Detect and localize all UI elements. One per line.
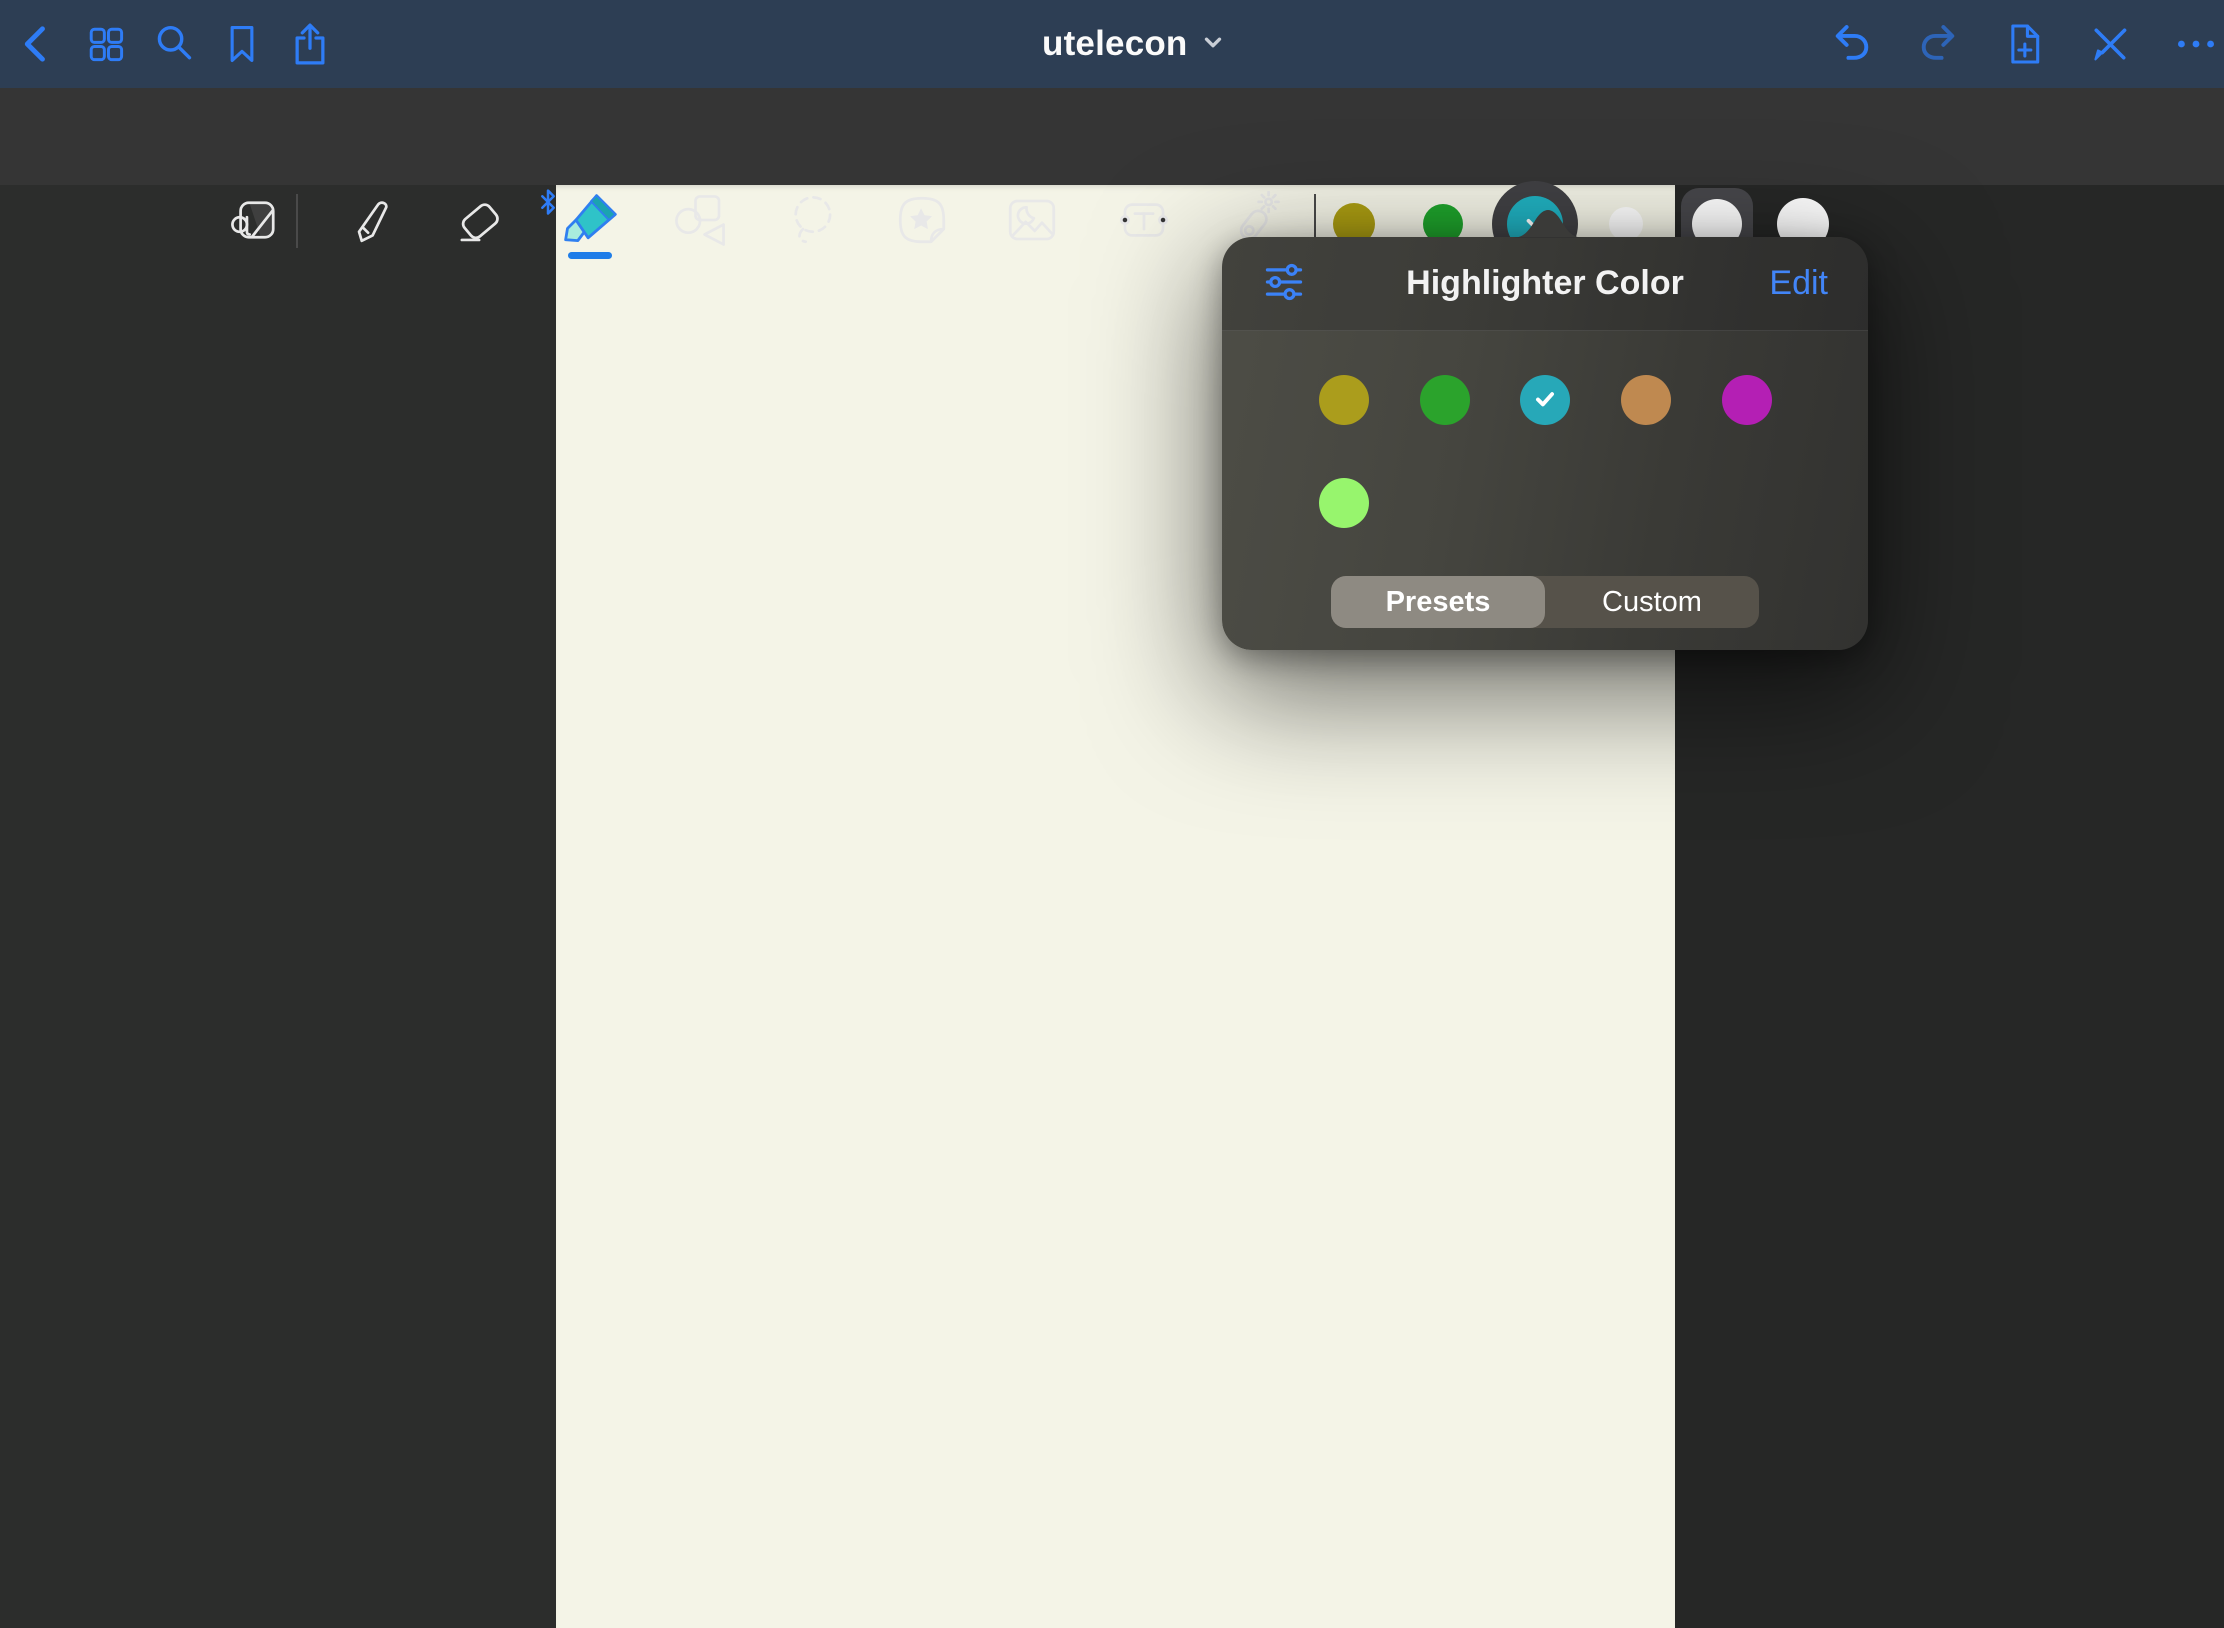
note-editor-screen: utelecon bbox=[0, 0, 2224, 1628]
preset-swatch-teal-selected[interactable] bbox=[1520, 375, 1570, 425]
popover-header: Highlighter Color Edit bbox=[1222, 237, 1868, 331]
highlighter-color-popover: Highlighter Color Edit Presets Custom bbox=[1222, 237, 1868, 650]
document-title-button[interactable]: utelecon bbox=[1042, 0, 1226, 88]
preset-swatch-green[interactable] bbox=[1420, 375, 1470, 425]
topbar-left-group bbox=[12, 0, 336, 88]
undo-icon bbox=[1827, 19, 1877, 69]
bluetooth-icon bbox=[540, 188, 556, 216]
bookmark-icon bbox=[219, 21, 265, 67]
tool-photo[interactable] bbox=[1001, 189, 1063, 251]
read-only-mode-icon bbox=[227, 191, 285, 249]
thickness-swatch-thin[interactable] bbox=[1609, 207, 1643, 241]
topbar-right-group bbox=[1826, 0, 2222, 88]
tool-lasso[interactable] bbox=[781, 189, 843, 251]
edit-colors-button[interactable]: Edit bbox=[1769, 264, 1828, 303]
checkmark-icon bbox=[1532, 386, 1558, 415]
tool-elements[interactable] bbox=[891, 189, 953, 251]
preset-swatch-orange[interactable] bbox=[1621, 375, 1671, 425]
pages-overview-button[interactable] bbox=[80, 18, 132, 70]
canvas-area bbox=[0, 185, 2224, 1628]
redo-icon bbox=[1913, 19, 1963, 69]
more-button[interactable] bbox=[2170, 18, 2222, 70]
tab-custom[interactable]: Custom bbox=[1545, 576, 1759, 628]
tool-pen[interactable] bbox=[338, 189, 400, 251]
pages-grid-icon bbox=[83, 21, 129, 67]
presets-custom-segmented-control: Presets Custom bbox=[1331, 576, 1759, 628]
document-title: utelecon bbox=[1042, 24, 1188, 64]
share-button[interactable] bbox=[284, 18, 336, 70]
back-chevron-icon bbox=[13, 19, 63, 69]
tools-toolbar bbox=[0, 88, 2224, 185]
tool-read-only[interactable] bbox=[225, 189, 287, 251]
add-page-button[interactable] bbox=[1998, 18, 2050, 70]
stylus-cross-icon bbox=[2086, 20, 2134, 68]
stylus-disabled-button[interactable] bbox=[2084, 18, 2136, 70]
preset-swatch-light-green[interactable] bbox=[1319, 478, 1369, 528]
eraser-icon bbox=[451, 191, 509, 249]
popover-arrow bbox=[1510, 210, 1586, 238]
more-ellipsis-icon bbox=[2172, 20, 2220, 68]
title-chevron-down-icon bbox=[1200, 29, 1226, 60]
preset-swatch-olive[interactable] bbox=[1319, 375, 1369, 425]
tool-shapes[interactable] bbox=[669, 189, 731, 251]
top-navigation-bar: utelecon bbox=[0, 0, 2224, 88]
photo-icon bbox=[1003, 191, 1061, 249]
tool-highlighter[interactable] bbox=[559, 189, 621, 251]
highlighter-icon bbox=[560, 190, 620, 250]
tool-text[interactable] bbox=[1113, 189, 1175, 251]
undo-button[interactable] bbox=[1826, 18, 1878, 70]
tab-presets[interactable]: Presets bbox=[1331, 576, 1545, 628]
bookmark-button[interactable] bbox=[216, 18, 268, 70]
lasso-icon bbox=[783, 191, 841, 249]
search-button[interactable] bbox=[148, 18, 200, 70]
elements-star-icon bbox=[893, 191, 951, 249]
toolbar-divider bbox=[296, 194, 298, 248]
back-button[interactable] bbox=[12, 18, 64, 70]
redo-button[interactable] bbox=[1912, 18, 1964, 70]
preset-swatch-magenta[interactable] bbox=[1722, 375, 1772, 425]
selected-tool-underline bbox=[568, 252, 612, 259]
share-icon bbox=[286, 20, 334, 68]
text-icon bbox=[1115, 191, 1173, 249]
tool-eraser[interactable] bbox=[449, 189, 511, 251]
pen-icon bbox=[340, 191, 398, 249]
search-icon bbox=[150, 20, 198, 68]
add-page-icon bbox=[2000, 20, 2048, 68]
shapes-icon bbox=[671, 191, 729, 249]
